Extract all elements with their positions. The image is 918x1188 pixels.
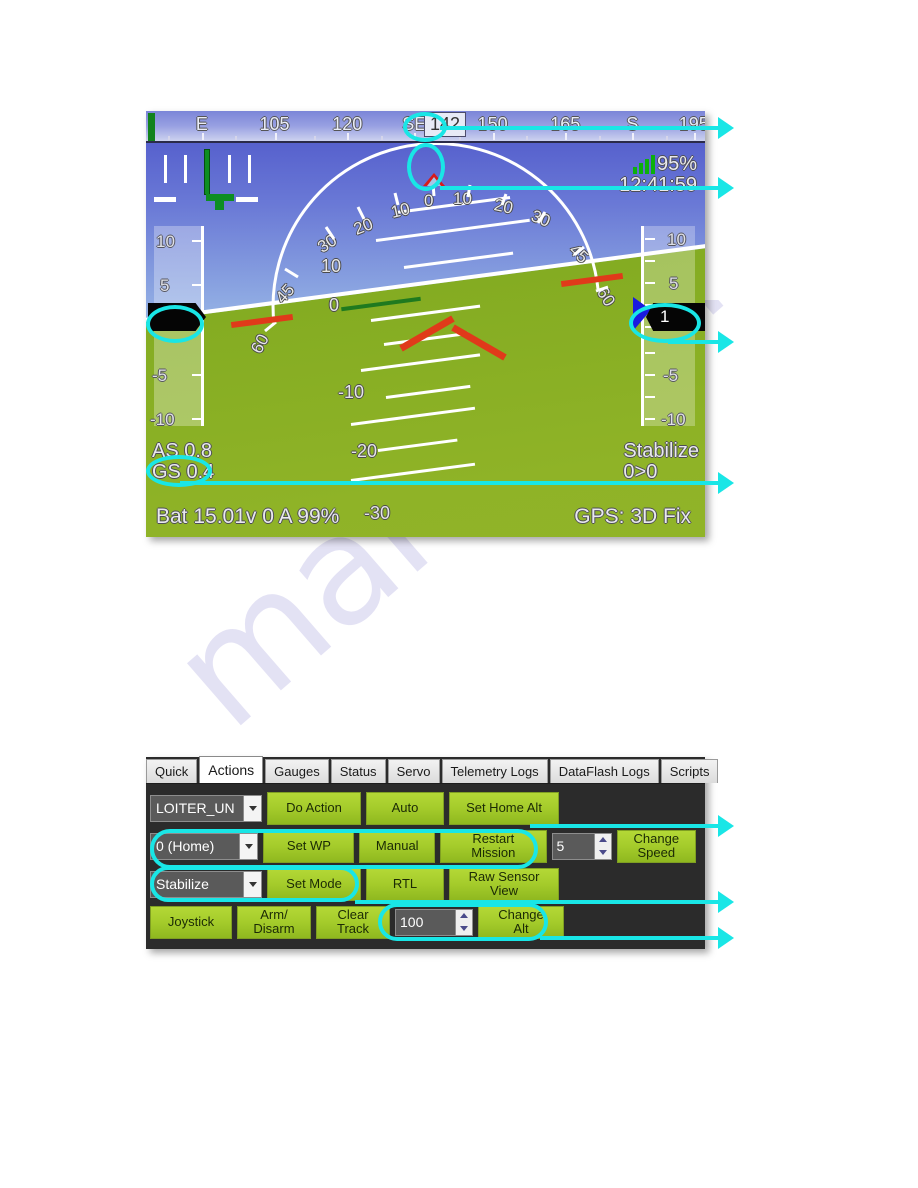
heading-label: SE: [402, 114, 427, 134]
signal-percent: 95%: [656, 153, 697, 175]
restart-mission-button[interactable]: Restart Mission: [440, 829, 547, 863]
alt-tape-label: -5: [663, 366, 679, 385]
altitude-readout: 1: [646, 303, 705, 331]
tab-servo[interactable]: Servo: [387, 759, 440, 783]
airspeed-text: AS 0.8: [152, 440, 213, 462]
heading-home-marker: [148, 113, 155, 141]
roll-pointer-icon: [423, 173, 445, 186]
arm-disarm-button[interactable]: Arm/ Disarm: [237, 905, 311, 939]
hud-display: 10 0 -10 -20 -30 60 45 30 20 10 0 10 20 …: [146, 111, 705, 537]
waypoint-select[interactable]: 0 (Home): [150, 832, 259, 860]
pitch-label-minus20: -20: [351, 441, 378, 461]
raw-sensor-view-button[interactable]: Raw Sensor View: [449, 867, 559, 901]
current-heading-readout: 142: [424, 112, 467, 137]
aircraft-crosshair-icon: [399, 315, 511, 361]
tab-scripts[interactable]: Scripts: [660, 759, 719, 783]
spinner-down-icon[interactable]: [595, 846, 611, 859]
spinner-up-icon[interactable]: [456, 910, 472, 923]
tab-dataflash-logs[interactable]: DataFlash Logs: [549, 759, 659, 783]
command-select-value: LOITER_UN: [151, 795, 243, 821]
annotation-arrow-heading: [718, 117, 734, 139]
pitch-line: [350, 406, 476, 426]
spinner-down-icon[interactable]: [456, 922, 472, 935]
altitude-spinner-value: 100: [400, 914, 424, 930]
annotation-arrow-gs: [718, 472, 734, 494]
pitch-label-minus30: -30: [364, 503, 391, 523]
change-alt-button[interactable]: Change Alt: [478, 905, 564, 939]
flight-mode-text: Stabilize: [623, 440, 699, 462]
rtl-button[interactable]: RTL: [366, 867, 444, 901]
speed-spinner[interactable]: 5: [551, 832, 612, 860]
waypoint-progress-text: 0>0: [623, 461, 658, 483]
gps-status-text: GPS: 3D Fix: [574, 505, 691, 528]
auto-button[interactable]: Auto: [366, 791, 444, 825]
set-home-alt-button[interactable]: Set Home Alt: [449, 791, 559, 825]
clock-readout: 12:41:59: [619, 174, 697, 196]
heading-label: S: [626, 114, 639, 134]
set-mode-button[interactable]: Set Mode: [267, 867, 361, 901]
annotation-arrow-alt: [718, 331, 734, 353]
chevron-down-icon[interactable]: [243, 795, 261, 821]
altitude-spinner[interactable]: 100: [395, 908, 473, 936]
pitch-line: [385, 384, 471, 399]
annotation-arrow-roll: [718, 177, 734, 199]
groundspeed-text: GS 0.4: [152, 461, 215, 483]
change-speed-button[interactable]: Change Speed: [616, 829, 697, 863]
heading-label: 165: [550, 114, 581, 134]
rc-input-indicator: [154, 149, 272, 210]
alt-tape-label: 10: [667, 230, 686, 249]
speed-tape-label: 5: [160, 276, 170, 295]
alt-tape-label: 5: [669, 274, 679, 293]
action-row-3: Stabilize Set Mode RTL Raw Sensor View: [150, 866, 701, 902]
signal-bars-icon: [632, 155, 657, 174]
clear-track-button[interactable]: Clear Track: [316, 905, 390, 939]
tab-actions[interactable]: Actions: [199, 756, 264, 783]
speed-tape-label: 10: [156, 232, 175, 251]
heading-label: 150: [477, 114, 508, 134]
tab-gauges[interactable]: Gauges: [265, 759, 329, 783]
do-action-button[interactable]: Do Action: [267, 791, 361, 825]
mode-readouts: Stabilize 0>0: [623, 441, 699, 483]
spinner-arrows[interactable]: [593, 833, 611, 859]
speed-tape-label: -5: [152, 366, 168, 385]
mode-select[interactable]: Stabilize: [150, 870, 262, 898]
heading-label: 105: [259, 114, 290, 134]
alt-tape-label: -10: [661, 410, 686, 429]
joystick-button[interactable]: Joystick: [150, 905, 232, 939]
heading-tape: E 105 120 SE 150 165 S 195 142: [146, 111, 705, 143]
heading-label: 195: [678, 114, 705, 134]
tab-telemetry-logs[interactable]: Telemetry Logs: [441, 759, 548, 783]
action-button-rows: LOITER_UN Do Action Auto Set Home Alt 0 …: [146, 787, 705, 945]
pitch-line: [377, 438, 458, 452]
tab-status[interactable]: Status: [330, 759, 386, 783]
annotation-arrow-row2: [718, 815, 734, 837]
pitch-line: [350, 462, 476, 482]
chevron-down-icon[interactable]: [239, 833, 258, 859]
annotation-arrow-row3: [718, 891, 734, 913]
tab-quick[interactable]: Quick: [146, 759, 198, 783]
manual-button[interactable]: Manual: [359, 829, 436, 863]
speed-readouts: AS 0.8 GS 0.4: [152, 441, 214, 483]
set-wp-button[interactable]: Set WP: [263, 829, 355, 863]
actions-panel: Quick Actions Gauges Status Servo Teleme…: [146, 756, 719, 949]
spinner-arrows[interactable]: [455, 909, 472, 935]
mode-select-value: Stabilize: [151, 871, 243, 897]
chevron-down-icon[interactable]: [243, 871, 261, 897]
waypoint-select-value: 0 (Home): [151, 833, 240, 859]
speed-readout: [148, 303, 206, 331]
heading-label: E: [195, 114, 208, 134]
action-row-1: LOITER_UN Do Action Auto Set Home Alt: [150, 790, 701, 826]
tab-strip: Quick Actions Gauges Status Servo Teleme…: [146, 756, 719, 784]
action-row-2: 0 (Home) Set WP Manual Restart Mission 5…: [150, 828, 701, 864]
speed-tape-label: -10: [150, 410, 175, 429]
battery-status-text: Bat 15.01v 0 A 99%: [156, 505, 340, 528]
telemetry-signal-block: 95% 12:41:59: [619, 153, 697, 197]
spinner-up-icon[interactable]: [595, 834, 611, 847]
pitch-label-minus10: -10: [338, 382, 365, 402]
action-row-4: Joystick Arm/ Disarm Clear Track 100 Cha…: [150, 904, 701, 940]
command-select[interactable]: LOITER_UN: [150, 794, 262, 822]
annotation-arrow-row4: [718, 927, 734, 949]
speed-spinner-value: 5: [556, 838, 565, 854]
heading-label: 120: [332, 114, 363, 134]
